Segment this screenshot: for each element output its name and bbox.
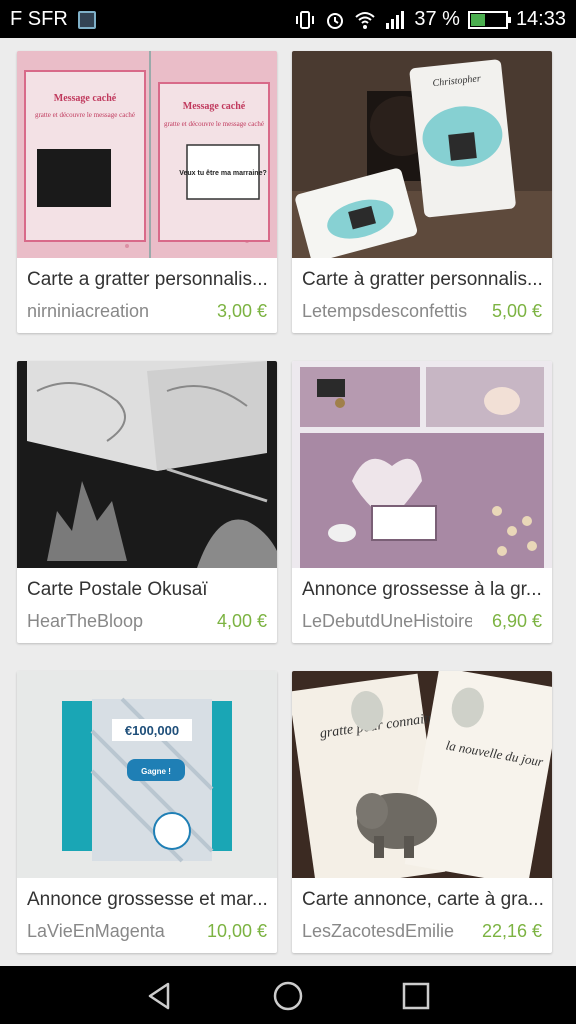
product-grid: Message caché gratte et découvre le mess… (0, 38, 576, 966)
product-title[interactable]: Annonce grossesse à la gr... (302, 579, 544, 601)
product-card[interactable]: Annonce grossesse à la gr... LeDebutdUne… (292, 361, 552, 643)
battery-icon (467, 10, 511, 29)
shop-name[interactable]: nirniniacreation (27, 301, 197, 322)
product-title[interactable]: Carte annonce, carte à gra... (302, 889, 544, 911)
product-price: 10,00 € (206, 921, 267, 941)
battery-percent: 37 % (414, 8, 460, 30)
product-card[interactable]: Message caché gratte et découvre le mess… (17, 51, 277, 333)
shop-name[interactable]: Letempsdesconfettis (302, 301, 472, 322)
image-text: gratte et découvre le message caché (164, 120, 264, 128)
shop-name[interactable]: HearTheBloop (27, 611, 197, 632)
product-title[interactable]: Carte Postale Okusaï (27, 579, 269, 601)
vibrate-icon (296, 10, 315, 29)
product-image[interactable] (292, 361, 552, 568)
image-text: Veux tu être ma marraine? (179, 170, 267, 177)
carrier-label: F SFR (10, 8, 68, 30)
image-text: Gagne ! (141, 767, 171, 776)
product-card[interactable]: gratte pour connaitre la nouvelle du jou… (292, 671, 552, 953)
image-text: €100,000 (125, 723, 179, 738)
product-image[interactable]: Message caché gratte et découvre le mess… (17, 51, 277, 258)
product-price: 3,00 € (216, 301, 267, 321)
product-image[interactable]: €100,000 Gagne ! (17, 671, 277, 878)
product-title[interactable]: Annonce grossesse et mar... (27, 889, 269, 911)
product-card[interactable]: Christopher Carte à gratter personnalis.… (292, 51, 552, 333)
image-text: Message caché (183, 101, 246, 112)
product-price: 5,00 € (491, 301, 542, 321)
product-card[interactable]: €100,000 Gagne ! Annonce grossesse et ma… (17, 671, 277, 953)
clock: 14:33 (515, 8, 566, 30)
shop-name[interactable]: LesZacotesdEmilie (302, 921, 472, 942)
image-notification-icon (77, 10, 96, 29)
wifi-icon (355, 11, 376, 29)
signal-icon (386, 10, 405, 29)
back-icon[interactable] (144, 980, 176, 1012)
product-card[interactable]: Carte Postale Okusaï HearTheBloop 4,00 € (17, 361, 277, 643)
home-icon[interactable] (272, 980, 304, 1012)
product-image[interactable]: gratte pour connaitre la nouvelle du jou… (292, 671, 552, 878)
product-price: 22,16 € (481, 921, 542, 941)
image-text: Message caché (54, 93, 117, 104)
product-image[interactable]: Christopher (292, 51, 552, 258)
shop-name[interactable]: LaVieEnMagenta (27, 921, 197, 942)
navigation-bar (0, 966, 576, 1024)
product-title[interactable]: Carte à gratter personnalis... (302, 269, 544, 291)
shop-name[interactable]: LeDebutdUneHistoire (302, 611, 472, 632)
product-price: 4,00 € (216, 611, 267, 631)
recents-icon[interactable] (400, 980, 432, 1012)
product-title[interactable]: Carte a gratter personnalis... (27, 269, 269, 291)
image-text: gratte et découvre le message caché (35, 111, 135, 119)
product-image[interactable] (17, 361, 277, 568)
product-price: 6,90 € (491, 611, 542, 631)
alarm-icon (327, 12, 344, 29)
status-bar: F SFR 37 % 14:33 (0, 0, 576, 38)
